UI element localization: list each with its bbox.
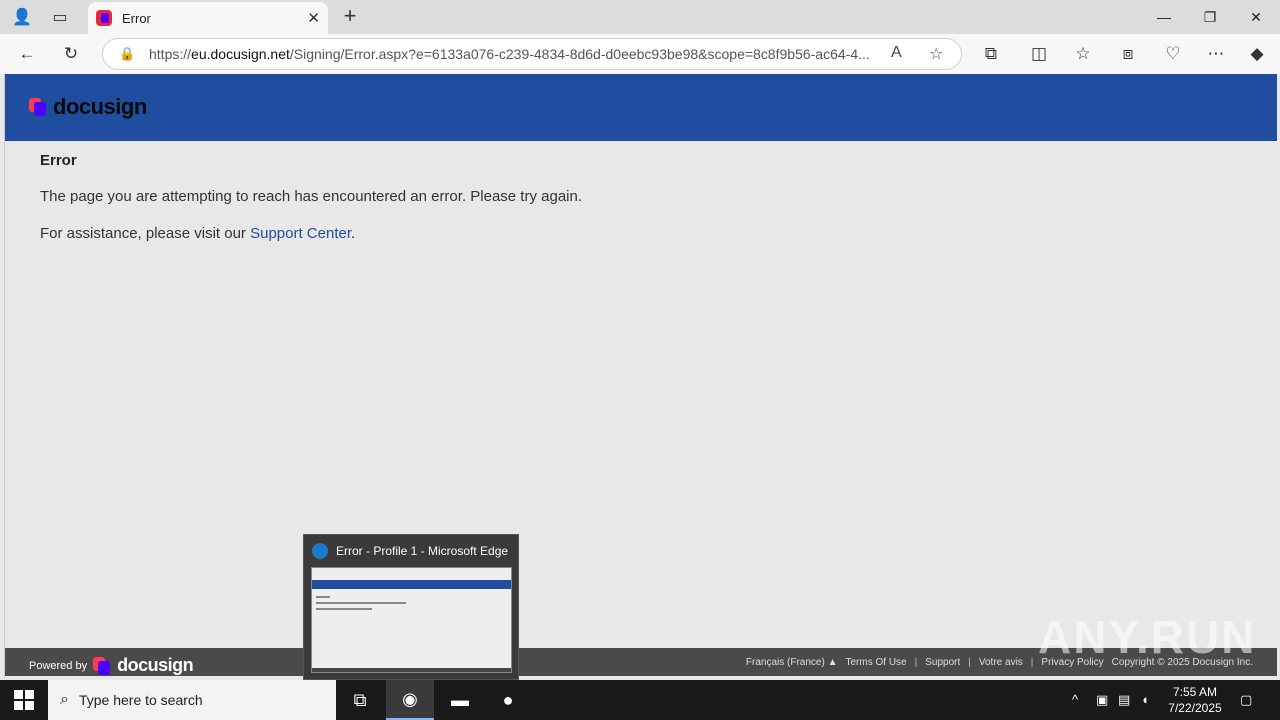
edge-taskbar-icon[interactable]: ◉ [386, 680, 434, 720]
preview-thumbnail[interactable] [311, 567, 512, 673]
docusign-logo: docusign [29, 94, 147, 120]
more-menu-icon[interactable]: ⋯ [1203, 42, 1229, 66]
docusign-logo-icon [29, 98, 47, 116]
tab-title: Error [122, 10, 151, 26]
thumbnail-line [316, 602, 406, 604]
web-page: docusign Error The page you are attempti… [4, 74, 1277, 678]
start-button[interactable] [14, 690, 34, 710]
separator: | [968, 657, 971, 668]
tab-actions-icon[interactable]: ▭ [46, 5, 74, 29]
volume-icon[interactable]: ◖ [1141, 692, 1149, 707]
url-domain: eu.docusign.net [191, 46, 290, 62]
device-icon[interactable]: ▣ [1096, 692, 1108, 708]
read-aloud-icon[interactable]: A [891, 44, 902, 62]
assistance-prefix: For assistance, please visit our [40, 225, 246, 242]
system-clock[interactable]: 7:55 AM 7/22/2025 [1164, 684, 1226, 716]
site-info-icon[interactable]: 🔒 [119, 46, 135, 62]
extensions-icon[interactable]: ⧉ [978, 42, 1004, 66]
footer-logo: docusign [93, 655, 194, 676]
url-path: /Signing/Error.aspx?e=6133a076-c239-4834… [289, 46, 869, 62]
powered-by: Powered by docusign [29, 655, 194, 676]
url-prefix: https:// [149, 46, 192, 62]
minimize-button[interactable]: — [1141, 6, 1187, 28]
back-button[interactable]: ← [14, 42, 40, 66]
thumbnail-header [312, 580, 511, 589]
search-placeholder: Type here to search [78, 692, 203, 708]
address-bar[interactable]: 🔒 https://eu.docusign.net/Signing/Error.… [102, 38, 962, 70]
navigation-bar: ← ↻ 🔒 https://eu.docusign.net/Signing/Er… [0, 34, 1280, 74]
docusign-header: docusign [5, 74, 1277, 141]
new-tab-button[interactable]: + [338, 4, 362, 28]
feedback-link[interactable]: Votre avis [979, 657, 1023, 668]
search-icon: ⌕ [60, 691, 69, 708]
powered-by-label: Powered by [29, 659, 88, 672]
windows-taskbar: ⌕ Type here to search ⧉ ◉ ▬ ● ^ ▣ ▤ ◖ 7:… [0, 680, 1280, 720]
separator: | [914, 657, 918, 668]
task-view-icon[interactable]: ⧉ [336, 680, 384, 720]
firefox-icon[interactable]: ● [484, 680, 532, 720]
language-selector[interactable]: Français (France) ▲ [746, 657, 838, 668]
thumbnail-line [316, 596, 330, 598]
copilot-icon[interactable]: ◆ [1244, 42, 1270, 66]
tab-error[interactable]: Error ✕ [88, 2, 328, 34]
error-title: Error [40, 152, 77, 169]
close-tab-icon[interactable]: ✕ [307, 9, 320, 27]
thumbnail-line [316, 608, 372, 610]
error-content: Error The page you are attempting to rea… [40, 152, 582, 242]
notifications-icon[interactable]: ▢ [1240, 692, 1252, 708]
clock-date: 7/22/2025 [1168, 701, 1222, 715]
assistance-suffix: . [351, 225, 356, 242]
window-close-button[interactable]: ✕ [1233, 6, 1279, 28]
profile-icon[interactable]: 👤 [8, 5, 36, 29]
favorites-icon[interactable]: ☆ [1070, 42, 1096, 66]
thumbnail-footer [312, 668, 511, 672]
error-message: The page you are attempting to reach has… [40, 188, 583, 205]
anyrun-watermark: ANY.RUN [1038, 611, 1257, 663]
edge-icon [312, 543, 328, 559]
show-hidden-icons[interactable]: ^ [1072, 692, 1078, 707]
assistance-text: For assistance, please visit our Support… [40, 225, 740, 242]
separator: | [1030, 657, 1034, 668]
taskbar-preview[interactable]: Error - Profile 1 - Microsoft Edge [303, 534, 519, 680]
tab-bar: 👤 ▭ Error ✕ + — ❐ ✕ [0, 0, 1280, 34]
footer-logo-icon [93, 656, 111, 675]
taskbar-search[interactable]: ⌕ Type here to search [48, 680, 336, 720]
split-screen-icon[interactable]: ◫ [1026, 42, 1052, 66]
clock-time: 7:55 AM [1172, 685, 1218, 699]
docusign-favicon-icon [96, 10, 112, 26]
file-explorer-icon[interactable]: ▬ [436, 680, 484, 720]
footer-logo-text: docusign [117, 655, 194, 675]
support-link[interactable]: Support [925, 657, 960, 668]
url-text[interactable]: https://eu.docusign.net/Signing/Error.as… [149, 46, 869, 62]
favorite-star-icon[interactable]: ☆ [929, 44, 943, 64]
terms-link[interactable]: Terms Of Use [846, 657, 907, 668]
support-center-link[interactable]: Support Center [250, 225, 351, 242]
docusign-logo-text: docusign [53, 94, 147, 119]
browser-essentials-icon[interactable]: ♡ [1160, 42, 1186, 66]
refresh-button[interactable]: ↻ [58, 42, 84, 66]
restore-button[interactable]: ❐ [1187, 6, 1233, 28]
network-icon[interactable]: ▤ [1118, 692, 1130, 708]
collections-icon[interactable]: ⧈ [1115, 42, 1141, 66]
preview-title: Error - Profile 1 - Microsoft Edge [336, 544, 509, 558]
